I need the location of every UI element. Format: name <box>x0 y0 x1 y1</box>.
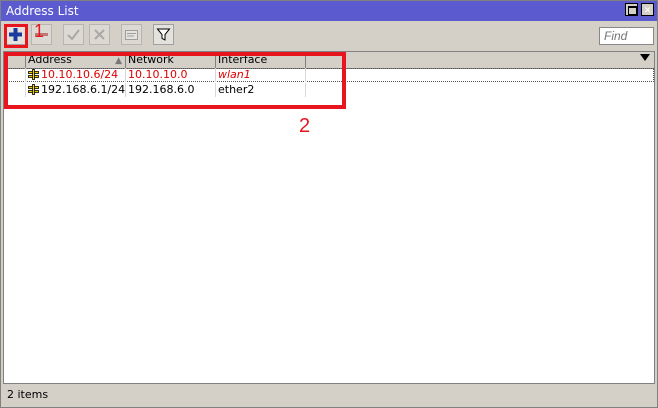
disable-button[interactable] <box>89 24 110 45</box>
annotation-box-table <box>4 52 346 109</box>
filter-button[interactable] <box>153 24 174 45</box>
enable-button[interactable] <box>63 24 84 45</box>
annotation-label-2: 2 <box>299 115 311 137</box>
title-bar: Address List ✕ <box>1 1 657 21</box>
status-bar: 2 items <box>1 384 657 407</box>
find-input[interactable] <box>599 27 654 45</box>
annotation-box-add-button <box>4 24 28 48</box>
address-list-window: Address List ✕ Find Address ▲ Network In… <box>0 0 658 408</box>
filter-icon <box>156 28 171 41</box>
cross-icon <box>94 29 105 40</box>
check-icon <box>67 29 80 41</box>
annotation-label-1: 1 <box>34 21 45 41</box>
item-count: 2 items <box>7 388 49 401</box>
close-icon[interactable]: ✕ <box>641 3 654 16</box>
comment-icon <box>125 30 138 40</box>
comment-button[interactable] <box>121 24 142 45</box>
toolbar <box>1 21 657 50</box>
maximize-icon[interactable] <box>625 3 638 16</box>
window-title: Address List <box>6 4 79 18</box>
columns-menu-icon[interactable] <box>640 54 650 61</box>
